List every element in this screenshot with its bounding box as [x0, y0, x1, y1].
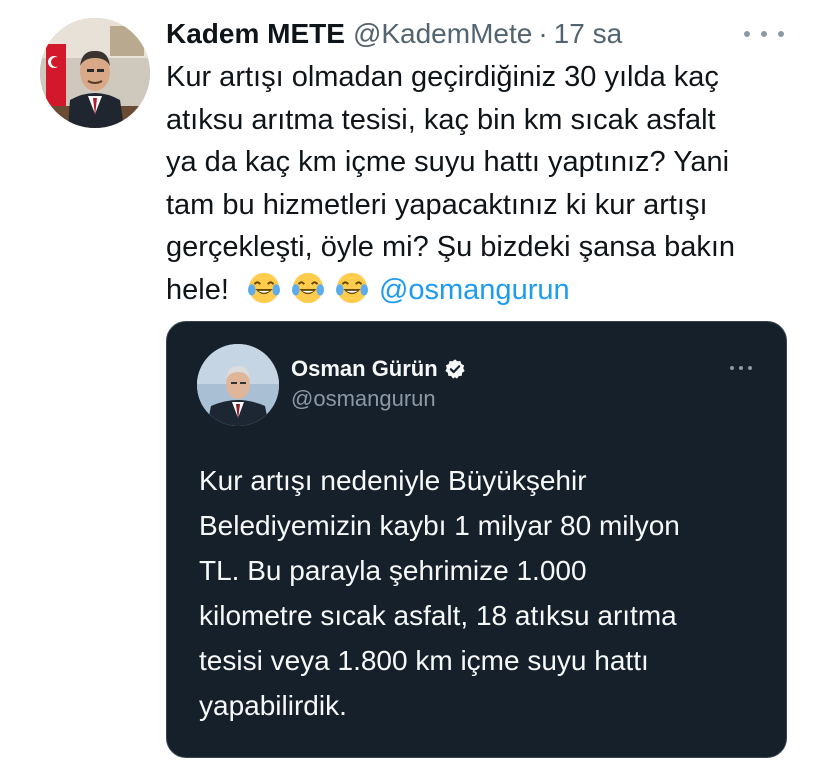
- quoted-author-row: Osman Gürün: [291, 356, 466, 382]
- author-name[interactable]: Kadem METE: [166, 18, 345, 50]
- verified-badge-icon: [444, 358, 466, 380]
- face-with-tears-of-joy-icon: [291, 271, 325, 305]
- tweet-text-line: ya da kaç km içme suyu hattı yaptınız? Y…: [166, 146, 730, 179]
- tweet-text-line: hele!: [166, 273, 229, 306]
- tweet-text-line: Kur artışı olmadan geçirdiğiniz 30 yılda…: [166, 61, 719, 93]
- quoted-text-line: kilometre sıcak asfalt, 18 atıksu arıtma: [199, 600, 677, 631]
- author-avatar[interactable]: [40, 18, 150, 128]
- quoted-text-line: tesisi veya 1.800 km içme suyu hattı: [199, 645, 649, 676]
- quoted-author-avatar[interactable]: [197, 344, 279, 426]
- mention-link[interactable]: @osmangurun: [379, 274, 570, 306]
- quoted-author-handle[interactable]: @osmangurun: [291, 386, 436, 412]
- timestamp[interactable]: 17 sa: [554, 18, 623, 50]
- quoted-text-line: TL. Bu parayla şehrimize 1.000: [199, 555, 587, 586]
- tweet-text-line: tam bu hizmetleri yapacaktınız ki kur ar…: [166, 188, 708, 221]
- tweet-text-line: atıksu arıtma tesisi, kaç bin km sıcak a…: [166, 103, 716, 136]
- face-with-tears-of-joy-icon: [247, 271, 281, 305]
- quoted-tweet-card[interactable]: Osman Gürün @osmangurun Kur artışı neden…: [166, 321, 787, 758]
- quoted-more-options-icon[interactable]: [730, 366, 752, 372]
- tweet-text-last-line: hele! @osmangurun: [166, 269, 806, 312]
- face-with-tears-of-joy-icon: [335, 271, 369, 305]
- quoted-author-name[interactable]: Osman Gürün: [291, 356, 438, 382]
- tweet-text: Kur artışı olmadan geçirdiğiniz 30 yılda…: [166, 56, 806, 312]
- quoted-text-line: Kur artışı nedeniyle Büyükşehir: [199, 465, 587, 496]
- tweet-header: Kadem METE @KademMete · 17 sa: [166, 16, 622, 52]
- tweet-text-line: gerçekleşti, öyle mi? Şu bizdeki şansa b…: [166, 231, 736, 264]
- more-options-icon[interactable]: [744, 22, 784, 46]
- separator: ·: [538, 18, 548, 49]
- quoted-text-line: Belediyemizin kaybı 1 milyar 80 milyon: [199, 510, 680, 541]
- author-handle[interactable]: @KademMete: [353, 18, 532, 50]
- quoted-tweet-text: Kur artışı nedeniyle Büyükşehir Belediye…: [199, 458, 769, 728]
- tweet[interactable]: Kadem METE @KademMete · 17 sa Kur artışı…: [0, 0, 828, 769]
- quoted-text-line: yapabilirdik.: [199, 690, 347, 721]
